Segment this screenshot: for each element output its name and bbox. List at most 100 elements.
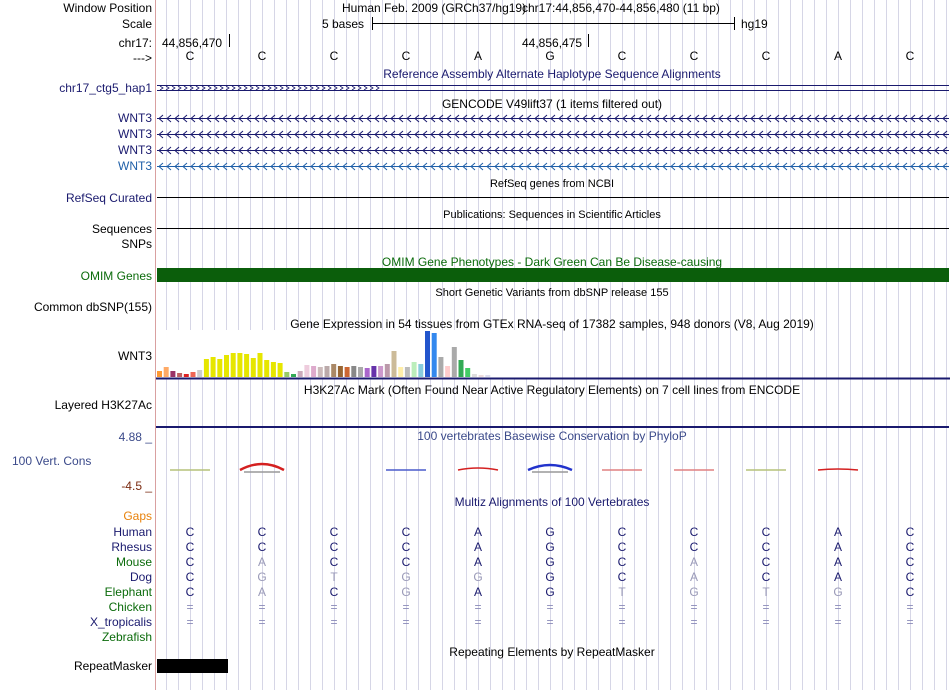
wnt3-label-4[interactable]: WNT3 — [118, 159, 152, 173]
h3k27ac-track-title[interactable]: H3K27Ac Mark (Often Found Near Active Re… — [304, 383, 800, 397]
multiz-species-label[interactable]: Dog — [130, 570, 152, 584]
multiz-species-label[interactable]: X_tropicalis — [90, 615, 152, 629]
gtex-tissue-bar[interactable] — [311, 366, 317, 377]
dbsnp-label[interactable]: Common dbSNP(155) — [34, 300, 152, 314]
gtex-tissue-bar[interactable] — [291, 374, 296, 377]
repeatmasker-feature[interactable] — [157, 659, 228, 673]
h3k27ac-label[interactable]: Layered H3K27Ac — [55, 398, 152, 412]
wnt3-transcript-4[interactable] — [156, 161, 950, 171]
dbsnp-track-title[interactable]: Short Genetic Variants from dbSNP releas… — [435, 286, 668, 300]
gtex-tissue-bar[interactable] — [425, 331, 430, 377]
strand-chevron — [171, 85, 176, 91]
gtex-tissue-bar[interactable] — [183, 374, 189, 377]
gtex-tissue-bar[interactable] — [398, 367, 404, 377]
multiz-base: = — [690, 600, 698, 614]
refseq-track-title[interactable]: RefSeq genes from NCBI — [490, 177, 614, 191]
gtex-tissue-bar[interactable] — [224, 355, 229, 377]
omim-feature[interactable] — [157, 268, 949, 282]
refseq-label[interactable]: RefSeq Curated — [66, 191, 152, 205]
sequences-label[interactable]: Sequences — [92, 222, 152, 236]
assembly-name: Human Feb. 2009 (GRCh37/hg19) — [342, 1, 527, 15]
gtex-tissue-bar[interactable] — [270, 362, 276, 377]
gtex-tissue-bar[interactable] — [190, 372, 196, 377]
gtex-tissue-bar[interactable] — [197, 370, 203, 377]
refseq-track-line[interactable] — [157, 197, 949, 198]
gtex-tissue-bar[interactable] — [257, 353, 263, 377]
gtex-tissue-bar[interactable] — [378, 366, 384, 377]
snps-label[interactable]: SNPs — [121, 237, 152, 251]
conservation-label[interactable]: 100 Vert. Cons — [12, 454, 91, 468]
gtex-tissue-bar[interactable] — [264, 360, 270, 377]
gtex-tissue-bar[interactable] — [478, 375, 484, 377]
gtex-tissue-bar[interactable] — [451, 347, 457, 377]
gtex-tissue-bar[interactable] — [177, 373, 183, 377]
gtex-tissue-bar[interactable] — [471, 374, 477, 377]
alt-haplotype-track-title[interactable]: Reference Assembly Alternate Haplotype S… — [383, 67, 721, 81]
gtex-tissue-bar[interactable] — [277, 363, 283, 377]
gencode-track-title[interactable]: GENCODE V49lift37 (1 items filtered out) — [442, 97, 662, 111]
gtex-tissue-bar[interactable] — [371, 366, 377, 377]
gtex-tissue-bar[interactable] — [351, 366, 357, 377]
gtex-tissue-bar[interactable] — [157, 371, 162, 377]
gtex-tissue-bar[interactable] — [358, 367, 363, 377]
multiz-species-label[interactable]: Mouse — [116, 555, 152, 569]
multiz-species-label[interactable]: Rhesus — [111, 540, 152, 554]
gtex-tissue-bar[interactable] — [485, 375, 491, 377]
omim-label[interactable]: OMIM Genes — [81, 269, 152, 283]
omim-track-title[interactable]: OMIM Gene Phenotypes - Dark Green Can Be… — [382, 255, 722, 269]
gtex-tissue-bar[interactable] — [250, 358, 256, 377]
conservation-track-title[interactable]: 100 vertebrates Basewise Conservation by… — [417, 429, 686, 443]
gaps-label[interactable]: Gaps — [123, 509, 152, 523]
strand-arrow-label[interactable]: ---> — [133, 51, 152, 65]
gtex-tissue-bar[interactable] — [337, 366, 343, 377]
gtex-tissue-bar[interactable] — [203, 359, 209, 377]
conservation-wiggle[interactable] — [156, 450, 950, 490]
multiz-species-label[interactable]: Human — [113, 525, 152, 539]
gtex-tissue-bar[interactable] — [297, 371, 303, 377]
gtex-tissue-bar[interactable] — [237, 353, 243, 377]
gtex-tissue-bar[interactable] — [465, 368, 471, 377]
wnt3-transcript-1[interactable] — [156, 113, 950, 123]
publications-track-line[interactable] — [157, 228, 949, 229]
gtex-tissue-bar[interactable] — [244, 354, 250, 377]
gtex-tissue-bar[interactable] — [404, 367, 410, 377]
multiz-base: C — [761, 540, 771, 554]
gtex-tissue-bar[interactable] — [445, 366, 451, 377]
wnt3-transcript-2[interactable] — [156, 129, 950, 139]
gtex-tissue-bar[interactable] — [431, 333, 437, 377]
repeatmasker-label[interactable]: RepeatMasker — [74, 659, 152, 673]
gtex-tissue-bar[interactable] — [304, 365, 310, 377]
gtex-label[interactable]: WNT3 — [118, 349, 152, 363]
gtex-tissue-bar[interactable] — [317, 367, 323, 377]
multiz-species-label[interactable]: Elephant — [105, 585, 152, 599]
multiz-track-title[interactable]: Multiz Alignments of 100 Vertebrates — [455, 495, 650, 509]
gtex-tissue-bar[interactable] — [217, 359, 223, 377]
wnt3-label-3[interactable]: WNT3 — [118, 143, 152, 157]
publications-track-title[interactable]: Publications: Sequences in Scientific Ar… — [443, 208, 661, 222]
gtex-tissue-bar[interactable] — [284, 372, 290, 377]
alt-haplotype-label[interactable]: chr17_ctg5_hap1 — [59, 81, 152, 95]
gtex-tissue-bar[interactable] — [391, 351, 397, 377]
gtex-tissue-bar[interactable] — [210, 357, 216, 377]
gtex-tissue-bar[interactable] — [384, 364, 390, 377]
wnt3-label-1[interactable]: WNT3 — [118, 111, 152, 125]
gtex-tissue-bar[interactable] — [170, 371, 176, 377]
gtex-tissue-bar[interactable] — [418, 364, 424, 377]
gtex-tissue-bar[interactable] — [438, 357, 444, 377]
gtex-tissue-bar[interactable] — [331, 364, 337, 377]
gtex-tissue-bar[interactable] — [411, 362, 417, 377]
multiz-species-label[interactable]: Chicken — [109, 600, 152, 614]
wnt3-transcript-3[interactable] — [156, 145, 950, 155]
gtex-tissue-bar[interactable] — [230, 353, 236, 377]
gtex-tissue-bar[interactable] — [324, 366, 330, 377]
repeatmasker-track-title[interactable]: Repeating Elements by RepeatMasker — [449, 645, 654, 659]
wnt3-label-2[interactable]: WNT3 — [118, 127, 152, 141]
multiz-species-label[interactable]: Zebrafish — [102, 630, 152, 644]
gtex-tissue-bar[interactable] — [458, 360, 464, 377]
gtex-bar-chart[interactable] — [156, 320, 950, 380]
gtex-tissue-bar[interactable] — [163, 367, 169, 377]
multiz-base: A — [257, 585, 266, 599]
alt-haplotype-feature[interactable] — [156, 84, 950, 92]
gtex-tissue-bar[interactable] — [344, 367, 350, 377]
gtex-tissue-bar[interactable] — [364, 368, 370, 377]
